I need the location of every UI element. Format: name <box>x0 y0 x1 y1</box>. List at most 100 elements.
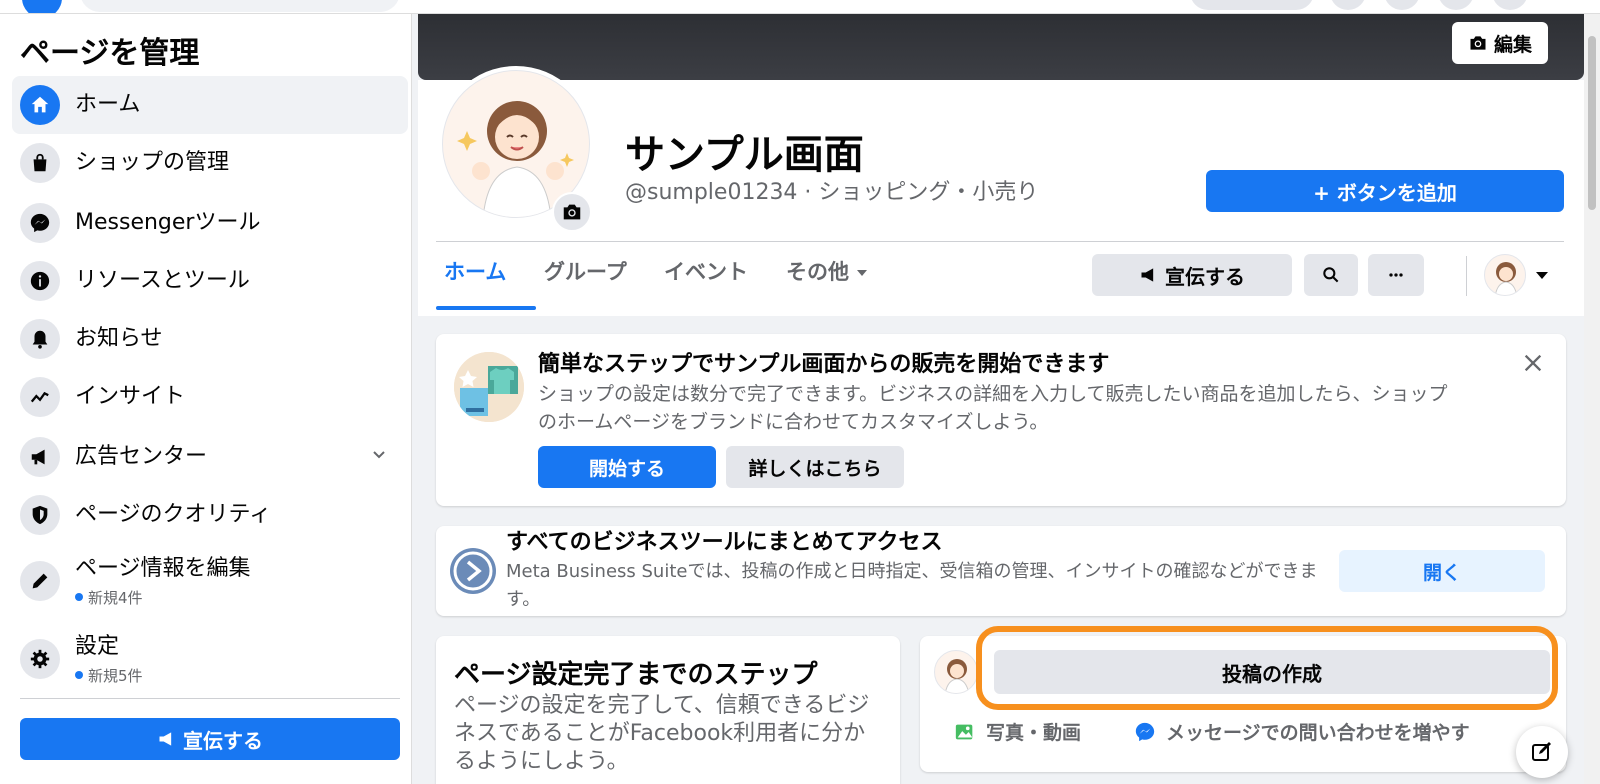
promote-label: 宣伝する <box>1165 264 1245 289</box>
messenger-icon <box>1135 722 1155 741</box>
sidebar-item-home[interactable]: ホーム <box>12 76 408 134</box>
sidebar-item-insights[interactable]: インサイト <box>12 368 408 426</box>
sidebar-item-ad-center[interactable]: 広告センター <box>12 428 408 486</box>
header-divider <box>436 241 1564 242</box>
scrollbar[interactable] <box>1584 14 1600 784</box>
top-navigation-bar <box>0 0 1600 14</box>
page-title: サンプル画面 <box>625 132 864 178</box>
sidebar-item-label: お知らせ <box>75 326 163 351</box>
tab-groups[interactable]: グループ <box>544 256 627 312</box>
close-icon[interactable] <box>1518 348 1548 378</box>
learn-more-button[interactable]: 詳しくはこちら <box>726 446 904 488</box>
search-input[interactable] <box>80 0 400 12</box>
highlight-outline <box>976 626 1558 710</box>
tab-more-label: その他 <box>786 260 849 284</box>
new-count-badge: 新規4件 <box>75 587 251 608</box>
new-message-button[interactable] <box>1516 726 1568 778</box>
facebook-logo-icon[interactable] <box>22 0 62 13</box>
shop-setup-card: 簡単なステップでサンプル画面からの販売を開始できます ショップの設定は数分で完了… <box>436 334 1566 506</box>
tab-home[interactable]: ホーム <box>444 256 506 312</box>
account-avatar[interactable] <box>1484 254 1526 296</box>
sidebar-item-label: ホーム <box>75 92 141 117</box>
sidebar-item-messenger-tools[interactable]: Messengerツール <box>12 194 408 252</box>
caret-down-icon[interactable] <box>1536 272 1548 279</box>
sidebar-item-notifications[interactable]: お知らせ <box>12 310 408 368</box>
megaphone-icon <box>1141 268 1154 282</box>
tab-more[interactable]: その他 <box>786 256 867 312</box>
business-suite-icon <box>450 548 496 594</box>
sidebar-item-label: ショップの管理 <box>75 150 230 175</box>
sidebar-item-label: リソースとツール <box>75 268 250 293</box>
business-suite-card: すべてのビジネスツールにまとめてアクセス Meta Business Suite… <box>436 526 1566 616</box>
shop-card-title: 簡単なステップでサンプル画面からの販売を開始できます <box>538 352 1110 377</box>
manage-page-sidebar: ページを管理 ホーム ショップの管理 Messengerツール リソースとツール… <box>0 14 412 784</box>
new-dot-icon <box>75 671 83 679</box>
shopping-bag-icon <box>20 143 60 183</box>
sidebar-item-resources[interactable]: リソースとツール <box>12 252 408 310</box>
business-card-description: Meta Business Suiteでは、投稿の作成と日時指定、受信箱の管理、… <box>506 561 1318 610</box>
camera-icon <box>1470 36 1486 50</box>
shop-illustration-icon <box>454 352 524 422</box>
steps-card-description: ページの設定を完了して、信頼できるビジネスであることがFacebook利用者に分… <box>454 693 870 774</box>
sidebar-title: ページを管理 <box>20 36 200 71</box>
shield-icon <box>20 495 60 535</box>
tab-events[interactable]: イベント <box>664 256 748 312</box>
page-username-category: @sumple01234 · ショッピング・小売り <box>625 180 1039 205</box>
sidebar-item-label: 設定 <box>75 633 120 659</box>
scrollbar-thumb[interactable] <box>1588 36 1596 210</box>
increase-messages-label: メッセージでの問い合わせを増やす <box>1166 722 1470 744</box>
sidebar-item-shop[interactable]: ショップの管理 <box>12 134 408 192</box>
ellipsis-icon <box>1389 273 1403 277</box>
create-post-card: 投稿の作成 写真・動画 メッセージでの問い合わせを増やす <box>920 626 1566 772</box>
pencil-icon <box>20 561 60 601</box>
active-tab-indicator <box>436 306 536 310</box>
caret-down-icon <box>857 270 867 276</box>
promote-button[interactable]: 宣伝する <box>1092 254 1292 296</box>
camera-icon[interactable] <box>552 192 592 232</box>
cover-photo: 編集 <box>418 14 1584 80</box>
photo-icon <box>955 724 973 739</box>
avatar[interactable] <box>934 650 978 694</box>
header-separator <box>1466 256 1467 296</box>
menu-icon[interactable] <box>1330 0 1366 10</box>
sidebar-item-edit-page-info[interactable]: ページ情報を編集 新規4件 <box>12 548 408 614</box>
business-card-title: すべてのビジネスツールにまとめてアクセス <box>506 530 943 555</box>
gear-icon <box>20 639 60 679</box>
page-header: サンプル画面 @sumple01234 · ショッピング・小売り + ボタンを追… <box>418 66 1584 316</box>
badge-text: 新規5件 <box>88 666 143 685</box>
sidebar-promote-button[interactable]: 宣伝する <box>20 718 400 760</box>
sidebar-item-label: 広告センター <box>75 444 208 469</box>
sidebar-divider <box>20 698 400 699</box>
megaphone-icon <box>20 437 60 477</box>
info-icon <box>20 261 60 301</box>
home-icon <box>20 85 60 125</box>
sidebar-item-label: ページ情報を編集 <box>75 555 251 581</box>
top-nav-button[interactable] <box>1190 0 1314 10</box>
open-business-suite-button[interactable]: 開く <box>1339 550 1545 592</box>
new-count-badge: 新規5件 <box>75 665 143 686</box>
notifications-icon[interactable] <box>1438 0 1474 10</box>
chevron-down-icon[interactable] <box>372 448 386 462</box>
new-dot-icon <box>75 593 83 601</box>
sidebar-item-label: Messengerツール <box>75 210 261 235</box>
account-icon[interactable] <box>1492 0 1528 10</box>
steps-card-title: ページ設定完了までのステップ <box>454 660 818 690</box>
photo-video-button[interactable]: 写真・動画 <box>954 718 1081 745</box>
megaphone-icon <box>159 732 172 746</box>
badge-text: 新規4件 <box>88 588 143 607</box>
messenger-top-icon[interactable] <box>1384 0 1420 10</box>
bell-icon <box>20 319 60 359</box>
sidebar-item-label: インサイト <box>75 384 186 409</box>
photo-video-label: 写真・動画 <box>986 722 1082 744</box>
sidebar-item-settings[interactable]: 設定 新規5件 <box>12 626 408 692</box>
sidebar-item-page-quality[interactable]: ページのクオリティ <box>12 486 408 544</box>
shop-card-description: ショップの設定は数分で完了できます。ビジネスの詳細を入力して販売したい商品を追加… <box>538 383 1448 433</box>
increase-messages-button[interactable]: メッセージでの問い合わせを増やす <box>1134 718 1470 745</box>
more-options-button[interactable] <box>1368 254 1424 296</box>
start-shop-button[interactable]: 開始する <box>538 446 716 488</box>
add-button-button[interactable]: + ボタンを追加 <box>1206 170 1564 212</box>
insights-icon <box>20 377 60 417</box>
compose-icon <box>1532 742 1551 761</box>
search-button[interactable] <box>1304 254 1358 296</box>
edit-cover-button[interactable]: 編集 <box>1452 22 1548 64</box>
